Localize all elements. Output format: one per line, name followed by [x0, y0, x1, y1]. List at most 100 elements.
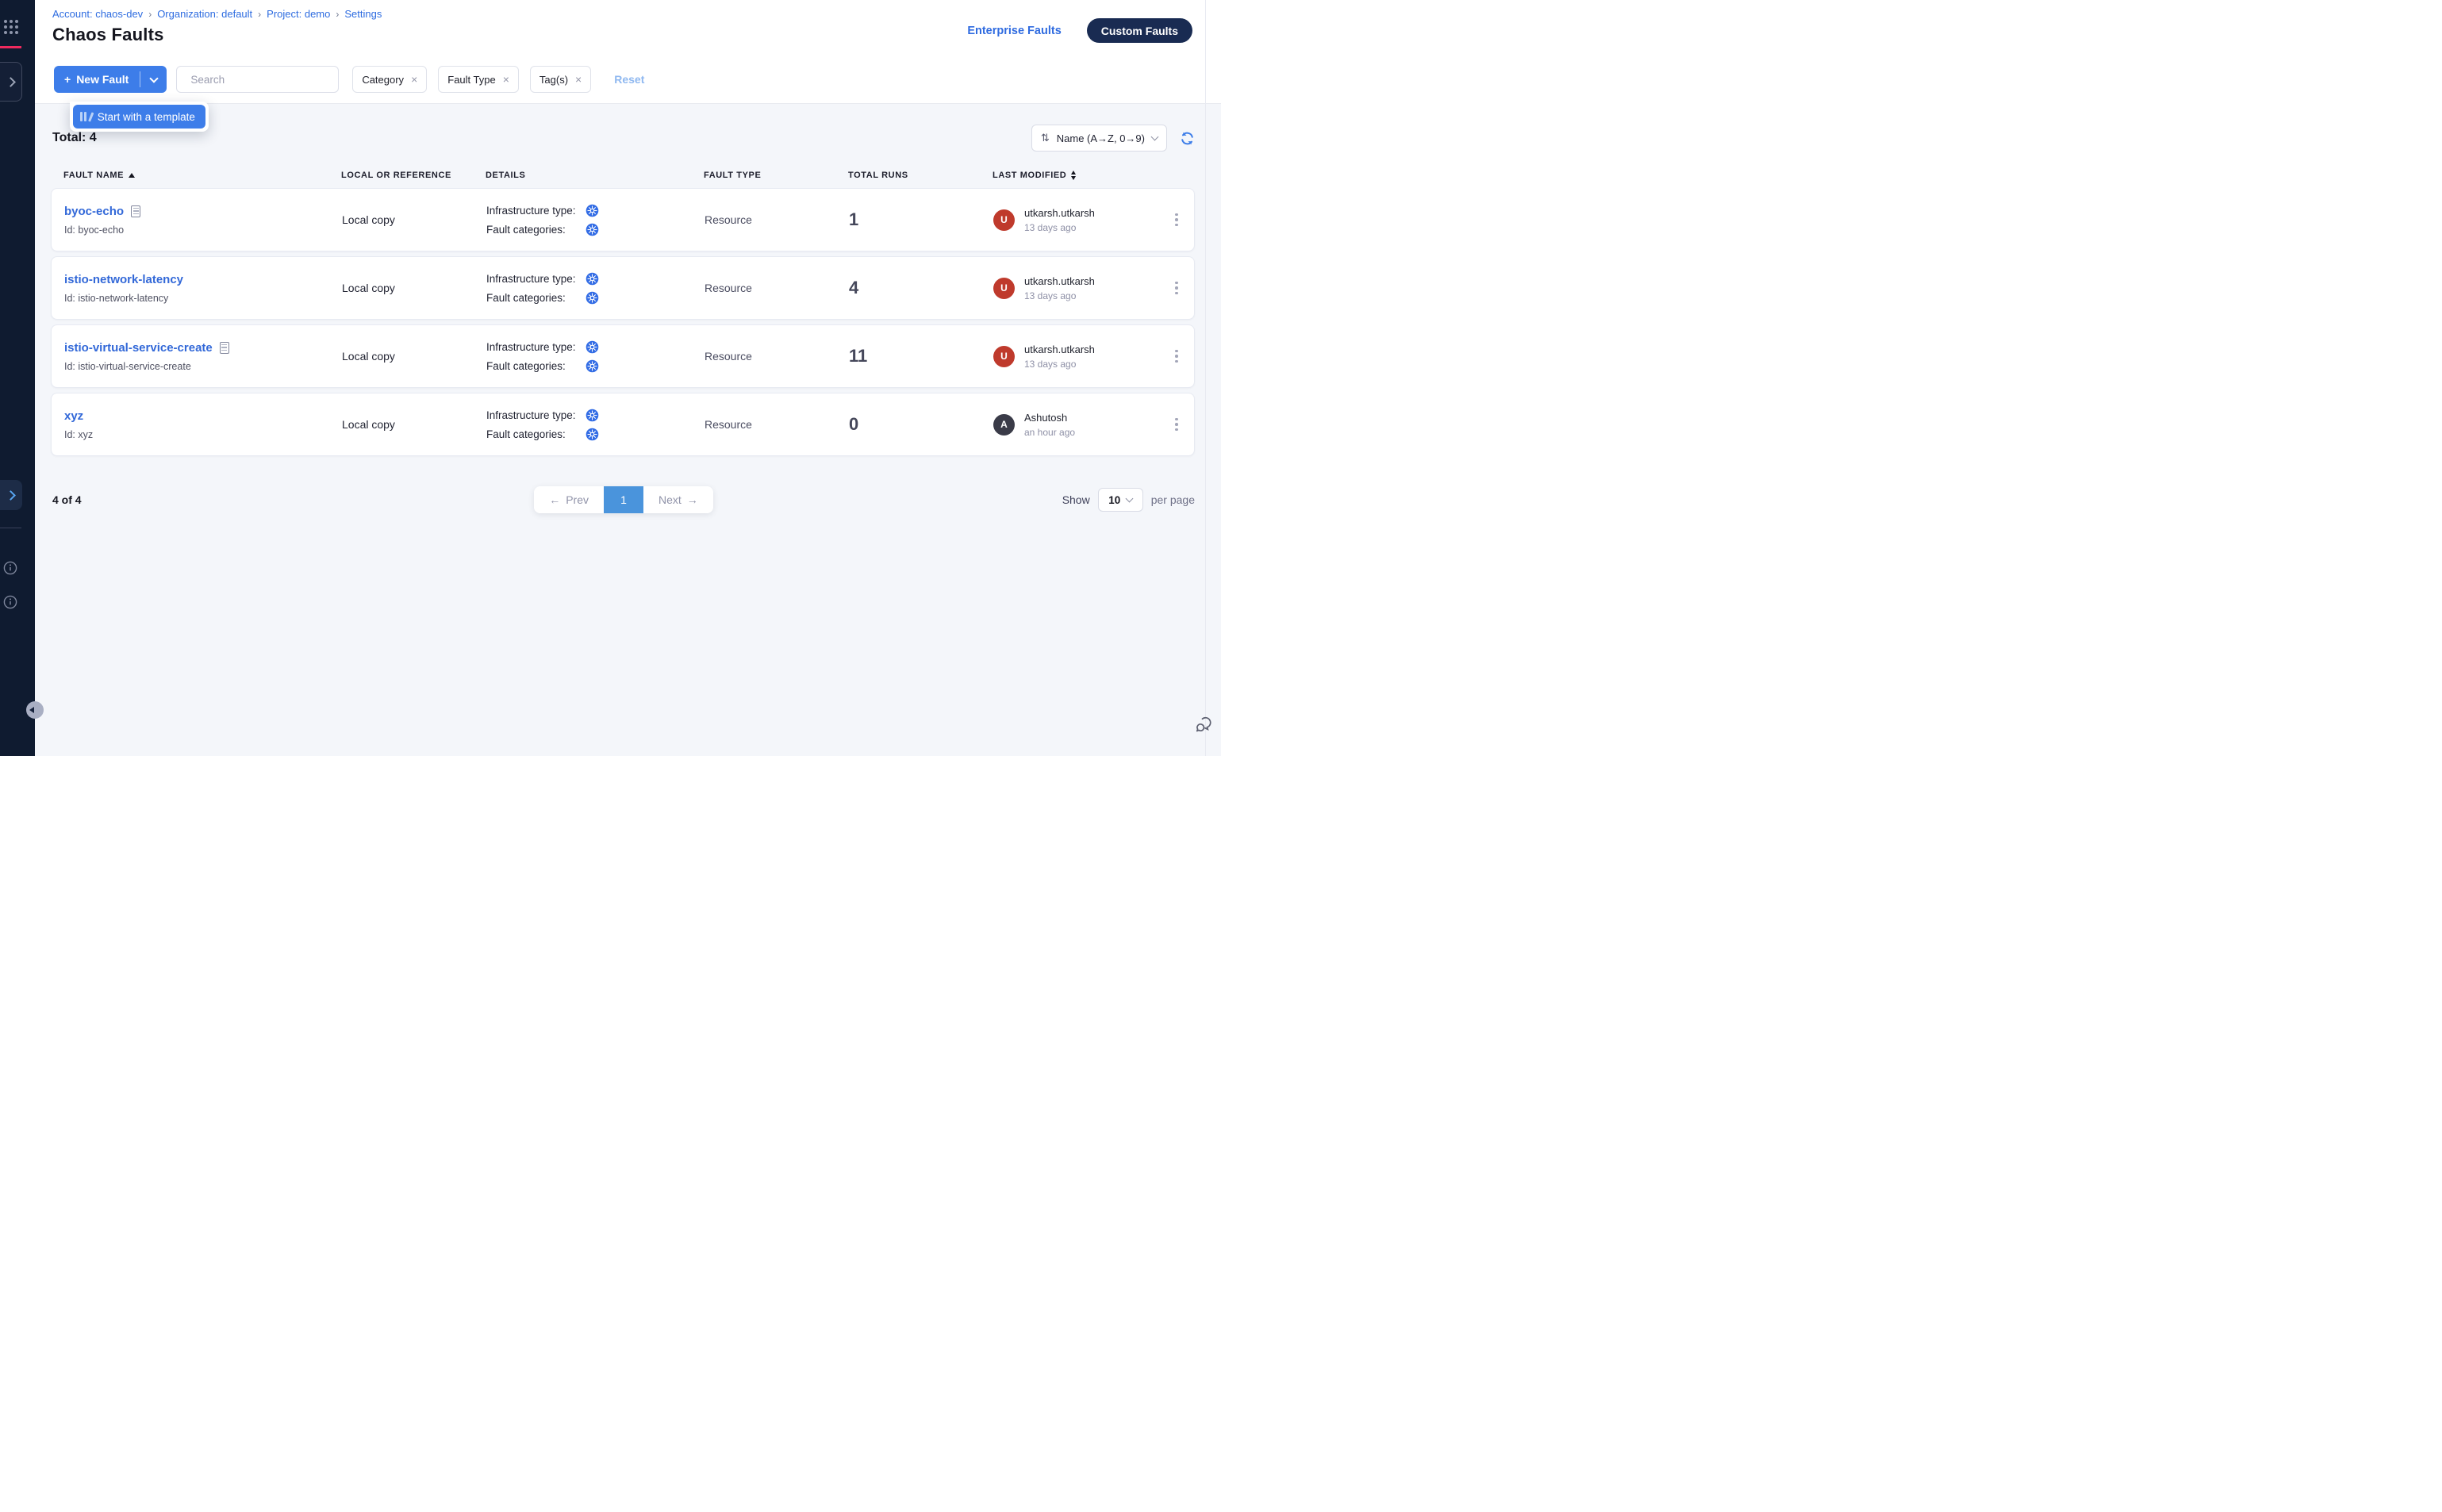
page-1-button[interactable]: 1 — [604, 486, 643, 513]
close-icon[interactable]: × — [411, 73, 417, 86]
filter-chip-fault-type[interactable]: Fault Type × — [438, 66, 519, 93]
table-row[interactable]: xyz Id: xyz Local copy Infrastructure ty… — [51, 393, 1195, 456]
column-label: LAST MODIFIED — [993, 171, 1066, 180]
enterprise-faults-link[interactable]: Enterprise Faults — [967, 25, 1061, 37]
prev-page-button[interactable]: ← Prev — [534, 486, 604, 513]
modified-by-user: Ashutosh — [1024, 412, 1075, 424]
show-label: Show — [1062, 493, 1090, 506]
row-menu-button[interactable] — [1159, 418, 1194, 432]
column-label: FAULT NAME — [63, 171, 124, 180]
filter-chip-tags[interactable]: Tag(s) × — [530, 66, 591, 93]
per-page-select[interactable]: 10 — [1098, 488, 1143, 512]
infrastructure-type-label: Infrastructure type: — [486, 273, 586, 285]
details-cell: Infrastructure type: Fault categories: — [486, 409, 705, 441]
template-doc-icon — [220, 342, 229, 354]
total-runs-value: 11 — [849, 346, 993, 366]
breadcrumb-organization[interactable]: Organization: default — [157, 8, 252, 20]
breadcrumb-separator: › — [258, 9, 261, 20]
kubernetes-icon — [586, 223, 599, 236]
breadcrumb-project[interactable]: Project: demo — [267, 8, 330, 20]
refresh-button[interactable] — [1180, 131, 1195, 146]
faults-list-section: Total: 4 ⇅ Name (A→Z, 0→9) — [35, 104, 1221, 756]
main-area: Account: chaos-dev › Organization: defau… — [35, 0, 1221, 756]
fault-name-link[interactable]: istio-virtual-service-create — [64, 341, 213, 355]
sidebar-expand-button[interactable] — [0, 480, 22, 510]
row-menu-button[interactable] — [1159, 282, 1194, 295]
sidebar-module-button[interactable] — [0, 62, 22, 102]
filter-chip-category[interactable]: Category × — [352, 66, 427, 93]
plus-icon: + — [64, 73, 71, 86]
fault-name-link[interactable]: istio-network-latency — [64, 273, 183, 286]
filter-chips: Category × Fault Type × Tag(s) × — [352, 66, 591, 93]
search-box — [176, 66, 339, 93]
column-header-last-modified[interactable]: LAST MODIFIED — [993, 171, 1160, 180]
triangle-left-icon — [29, 707, 34, 713]
local-or-reference-value: Local copy — [342, 282, 486, 294]
avatar: U — [993, 209, 1015, 231]
filter-label: Tag(s) — [539, 74, 568, 86]
right-gutter-divider — [1205, 0, 1206, 756]
column-header-details: DETAILS — [486, 171, 704, 180]
modified-time: 13 days ago — [1024, 222, 1095, 233]
close-icon[interactable]: × — [575, 73, 582, 86]
table-row[interactable]: istio-virtual-service-create Id: istio-v… — [51, 324, 1195, 388]
new-fault-dropdown: Start with a template — [70, 102, 209, 132]
sidebar-collapse-handle[interactable] — [26, 701, 44, 719]
total-runs-value: 1 — [849, 209, 993, 230]
details-cell: Infrastructure type: Fault categories: — [486, 272, 705, 305]
pagination: 4 of 4 ← Prev 1 Next → Show 10 — [51, 486, 1195, 513]
avatar: A — [993, 414, 1015, 436]
modified-time: 13 days ago — [1024, 290, 1095, 301]
close-icon[interactable]: × — [503, 73, 509, 86]
local-or-reference-value: Local copy — [342, 350, 486, 363]
fault-name-link[interactable]: xyz — [64, 409, 83, 423]
chevron-down-icon — [1151, 133, 1159, 141]
reset-filters-button[interactable]: Reset — [614, 73, 644, 86]
table-row[interactable]: istio-network-latency Id: istio-network-… — [51, 256, 1195, 320]
column-label: DETAILS — [486, 171, 525, 180]
column-header-total-runs: TOTAL RUNS — [848, 171, 993, 180]
kubernetes-icon — [586, 409, 599, 422]
new-fault-button[interactable]: + New Fault — [54, 66, 140, 93]
arrow-left-icon: ← — [549, 493, 560, 506]
chat-widget-icon[interactable] — [1194, 716, 1215, 740]
arrow-right-icon: → — [687, 493, 698, 506]
filter-label: Category — [362, 74, 404, 86]
sort-select-value: Name (A→Z, 0→9) — [1057, 132, 1145, 144]
modified-by-user: utkarsh.utkarsh — [1024, 207, 1095, 219]
total-count: Total: 4 — [52, 131, 97, 145]
info-icon[interactable] — [3, 561, 17, 575]
template-doc-icon — [131, 205, 140, 217]
breadcrumb-account[interactable]: Account: chaos-dev — [52, 8, 143, 20]
table-row[interactable]: byoc-echo Id: byoc-echo Local copy Infra… — [51, 188, 1195, 251]
row-menu-button[interactable] — [1159, 213, 1194, 227]
fault-type-value: Resource — [705, 282, 849, 294]
sidebar — [0, 0, 35, 756]
fault-name-link[interactable]: byoc-echo — [64, 205, 124, 218]
row-menu-button[interactable] — [1159, 350, 1194, 363]
kubernetes-icon — [586, 204, 599, 217]
per-page-value: 10 — [1108, 494, 1120, 506]
custom-faults-button[interactable]: Custom Faults — [1087, 18, 1192, 43]
breadcrumb-settings[interactable]: Settings — [344, 8, 382, 20]
pager: ← Prev 1 Next → — [534, 486, 713, 513]
kubernetes-icon — [586, 428, 599, 441]
infrastructure-type-label: Infrastructure type: — [486, 205, 586, 217]
menu-item-start-with-template[interactable]: Start with a template — [73, 105, 205, 129]
column-header-local-or-reference: LOCAL OR REFERENCE — [341, 171, 486, 180]
info-icon[interactable] — [3, 595, 17, 609]
column-label: FAULT TYPE — [704, 171, 761, 180]
fault-id: Id: istio-virtual-service-create — [64, 361, 342, 372]
column-header-fault-name[interactable]: FAULT NAME — [51, 171, 341, 180]
local-or-reference-value: Local copy — [342, 213, 486, 226]
next-page-button[interactable]: Next → — [643, 486, 713, 513]
details-cell: Infrastructure type: Fault categories: — [486, 340, 705, 373]
fault-categories-label: Fault categories: — [486, 428, 586, 440]
apps-grid-icon[interactable] — [4, 20, 18, 34]
search-input[interactable] — [190, 74, 331, 86]
kubernetes-icon — [586, 291, 599, 305]
new-fault-menu-toggle[interactable] — [140, 66, 167, 93]
menu-item-label: Start with a template — [98, 111, 195, 123]
sort-select[interactable]: ⇅ Name (A→Z, 0→9) — [1031, 125, 1167, 152]
local-or-reference-value: Local copy — [342, 418, 486, 431]
